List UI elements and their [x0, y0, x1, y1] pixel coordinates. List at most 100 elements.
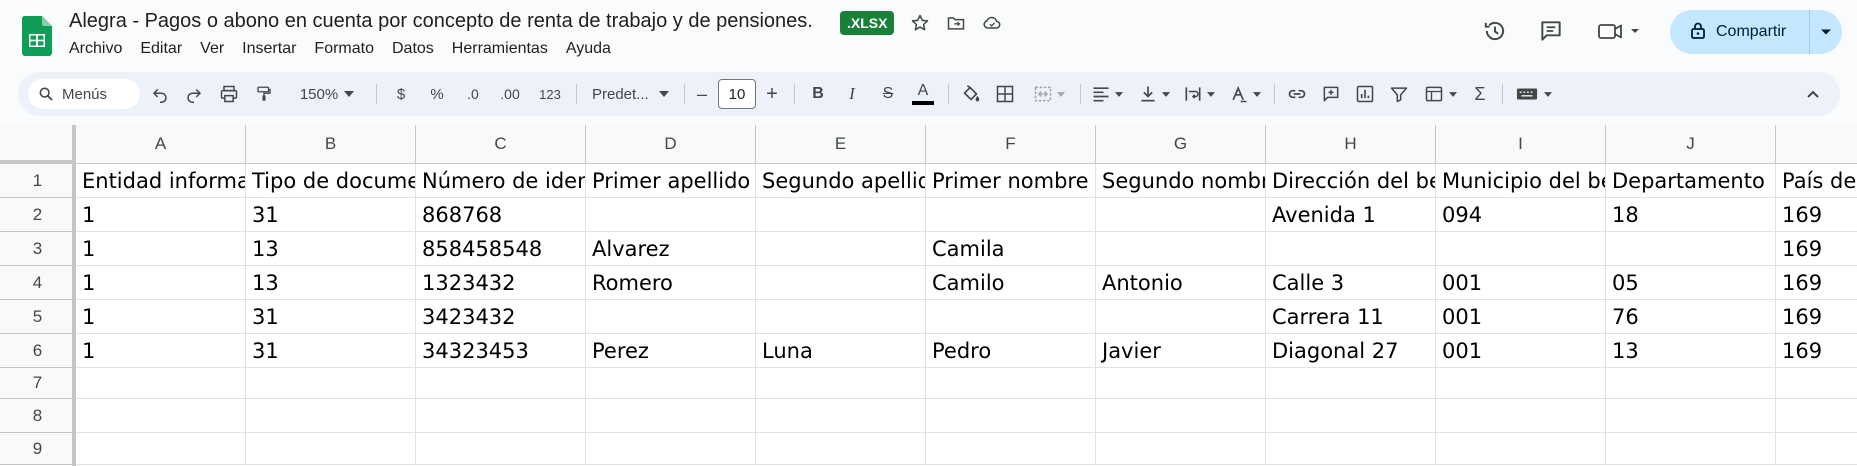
- table-cell[interactable]: 1: [76, 334, 246, 368]
- column-header[interactable]: F: [926, 125, 1096, 164]
- column-header[interactable]: I: [1436, 125, 1606, 164]
- table-cell[interactable]: [1606, 433, 1776, 465]
- row-header[interactable]: 6: [0, 334, 76, 368]
- table-cell[interactable]: Primer apellido: [586, 164, 756, 198]
- file-type-badge[interactable]: .XLSX: [840, 11, 895, 35]
- table-cell[interactable]: [1096, 198, 1266, 232]
- spreadsheet-grid[interactable]: ABCDEFGHIJ1Entidad informanteTipo de doc…: [0, 125, 1857, 466]
- table-cell[interactable]: 169: [1776, 232, 1857, 266]
- text-color-button[interactable]: A: [908, 72, 938, 116]
- table-cell[interactable]: 05: [1606, 266, 1776, 300]
- menu-editar[interactable]: Editar: [140, 40, 191, 58]
- sheets-logo-icon[interactable]: [21, 16, 52, 56]
- table-cell[interactable]: [1096, 300, 1266, 334]
- table-cell[interactable]: País de residencia: [1776, 164, 1857, 198]
- column-header[interactable]: E: [756, 125, 926, 164]
- table-cell[interactable]: [1266, 433, 1436, 465]
- table-cell[interactable]: Entidad informante: [76, 164, 246, 198]
- font-size-input[interactable]: 10: [718, 79, 756, 109]
- table-cell[interactable]: [1776, 399, 1857, 433]
- table-cell[interactable]: [416, 433, 586, 465]
- table-cell[interactable]: [1096, 433, 1266, 465]
- menu-ayuda[interactable]: Ayuda: [566, 40, 620, 58]
- table-cell[interactable]: [1436, 399, 1606, 433]
- print-icon[interactable]: [214, 72, 244, 116]
- table-cell[interactable]: [246, 399, 416, 433]
- table-cell[interactable]: [416, 399, 586, 433]
- filter-views-icon[interactable]: [1418, 72, 1462, 116]
- redo-icon[interactable]: [180, 72, 208, 116]
- table-cell[interactable]: 001: [1436, 334, 1606, 368]
- table-cell[interactable]: Segundo apellido: [756, 164, 926, 198]
- input-tools-icon[interactable]: [1510, 72, 1558, 116]
- table-cell[interactable]: 1323432: [416, 266, 586, 300]
- table-cell[interactable]: 1: [76, 232, 246, 266]
- table-cell[interactable]: 76: [1606, 300, 1776, 334]
- document-title[interactable]: Alegra - Pagos o abono en cuenta por con…: [69, 10, 813, 33]
- frozen-divider[interactable]: [72, 125, 76, 466]
- table-cell[interactable]: 1: [76, 198, 246, 232]
- table-cell[interactable]: [756, 266, 926, 300]
- table-cell[interactable]: 31: [246, 334, 416, 368]
- table-cell[interactable]: [586, 198, 756, 232]
- table-cell[interactable]: 34323453: [416, 334, 586, 368]
- table-cell[interactable]: 001: [1436, 266, 1606, 300]
- table-cell[interactable]: Avenida 1: [1266, 198, 1436, 232]
- menu-ver[interactable]: Ver: [200, 40, 233, 58]
- vertical-align-icon[interactable]: [1134, 72, 1174, 116]
- table-cell[interactable]: 18: [1606, 198, 1776, 232]
- row-header[interactable]: 4: [0, 266, 76, 300]
- table-cell[interactable]: [416, 368, 586, 399]
- table-cell[interactable]: 858458548: [416, 232, 586, 266]
- table-cell[interactable]: 868768: [416, 198, 586, 232]
- table-cell[interactable]: [1266, 368, 1436, 399]
- share-main-button[interactable]: Compartir: [1670, 10, 1810, 54]
- table-cell[interactable]: [586, 368, 756, 399]
- menu-insertar[interactable]: Insertar: [242, 40, 305, 58]
- table-cell[interactable]: Primer nombre: [926, 164, 1096, 198]
- select-all-corner[interactable]: [0, 125, 76, 164]
- share-dropdown-icon[interactable]: [1810, 28, 1842, 36]
- currency-format-button[interactable]: $: [388, 72, 414, 116]
- increase-font-size-button[interactable]: +: [760, 72, 784, 116]
- table-cell[interactable]: [246, 368, 416, 399]
- column-header[interactable]: G: [1096, 125, 1266, 164]
- strikethrough-button[interactable]: S: [874, 72, 902, 116]
- insert-link-icon[interactable]: [1282, 72, 1312, 116]
- table-cell[interactable]: [1606, 399, 1776, 433]
- percent-format-button[interactable]: %: [424, 72, 450, 116]
- menu-datos[interactable]: Datos: [392, 40, 443, 58]
- table-cell[interactable]: 169: [1776, 300, 1857, 334]
- table-cell[interactable]: Número de identificación: [416, 164, 586, 198]
- column-header[interactable]: C: [416, 125, 586, 164]
- undo-icon[interactable]: [146, 72, 174, 116]
- row-header[interactable]: 1: [0, 164, 76, 198]
- table-cell[interactable]: Camilo: [926, 266, 1096, 300]
- collapse-toolbar-icon[interactable]: [1798, 72, 1828, 116]
- table-cell[interactable]: [1436, 433, 1606, 465]
- table-cell[interactable]: [76, 399, 246, 433]
- table-cell[interactable]: 31: [246, 198, 416, 232]
- decrease-font-size-button[interactable]: –: [690, 72, 714, 116]
- star-icon[interactable]: [907, 10, 933, 36]
- zoom-select[interactable]: 150%: [290, 72, 364, 116]
- table-cell[interactable]: [756, 433, 926, 465]
- table-cell[interactable]: Tipo de documento: [246, 164, 416, 198]
- table-cell[interactable]: Calle 3: [1266, 266, 1436, 300]
- row-header[interactable]: 3: [0, 232, 76, 266]
- table-cell[interactable]: Javier: [1096, 334, 1266, 368]
- table-cell[interactable]: 169: [1776, 266, 1857, 300]
- comments-icon[interactable]: [1534, 14, 1568, 48]
- meet-video-icon[interactable]: [1594, 14, 1650, 48]
- table-cell[interactable]: 31: [246, 300, 416, 334]
- table-cell[interactable]: 13: [246, 266, 416, 300]
- table-cell[interactable]: [76, 433, 246, 465]
- table-cell[interactable]: Romero: [586, 266, 756, 300]
- table-cell[interactable]: [1266, 399, 1436, 433]
- horizontal-align-icon[interactable]: [1086, 72, 1128, 116]
- font-select[interactable]: Predet...: [584, 72, 678, 116]
- table-cell[interactable]: [586, 399, 756, 433]
- borders-icon[interactable]: [990, 72, 1020, 116]
- table-cell[interactable]: [1096, 399, 1266, 433]
- table-cell[interactable]: [586, 300, 756, 334]
